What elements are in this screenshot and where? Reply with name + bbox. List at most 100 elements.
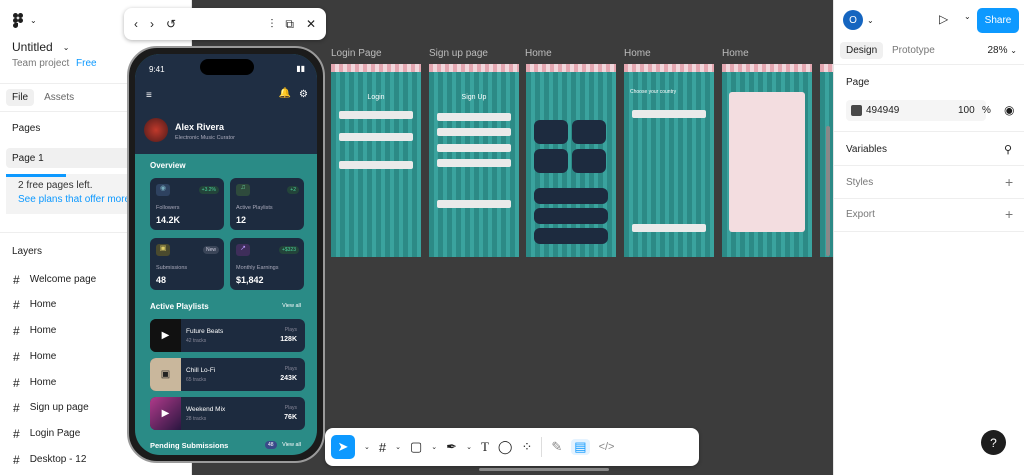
pages-heading: Pages bbox=[12, 123, 41, 134]
opacity-unit: % bbox=[982, 105, 991, 116]
rectangle-tool-icon[interactable]: ▢ bbox=[410, 439, 422, 455]
chevron-down-icon[interactable]: ⌄ bbox=[867, 16, 874, 25]
team-name[interactable]: Team project bbox=[12, 58, 69, 69]
playlist-item[interactable]: ▣ Chill Lo-Fi 65 tracks Plays 243K bbox=[150, 358, 305, 391]
frame-label[interactable]: Home bbox=[722, 48, 749, 59]
share-button[interactable]: Share bbox=[977, 8, 1019, 33]
plan-badge[interactable]: Free bbox=[76, 58, 97, 69]
styles-heading: Styles bbox=[846, 177, 874, 188]
adjust-icon[interactable]: ⫶ bbox=[270, 17, 273, 32]
frame-signup[interactable]: Sign Up bbox=[429, 64, 519, 257]
playlist-name: Future Beats bbox=[186, 328, 224, 335]
bottom-toolbar: ➤ ⌄ # ⌄ ▢ ⌄ ✒ ⌄ T ◯ ⁘ ✎ ▤ </> bbox=[325, 428, 699, 466]
tab-design[interactable]: Design bbox=[840, 42, 884, 59]
actions-icon[interactable]: ⁘ bbox=[521, 439, 532, 455]
stat-value: 14.2K bbox=[156, 215, 181, 225]
music-note-icon: ♫ bbox=[236, 184, 250, 196]
battery-icon: ▮▮ bbox=[296, 64, 305, 73]
stat-value: $1,842 bbox=[236, 275, 264, 285]
chevron-down-icon[interactable]: ⌄ bbox=[466, 443, 472, 451]
opacity-value[interactable]: 100 bbox=[958, 105, 975, 116]
stat-value: 12 bbox=[236, 215, 247, 225]
frame-label[interactable]: Home bbox=[624, 48, 651, 59]
chevron-down-icon[interactable]: ⌄ bbox=[395, 443, 401, 451]
frame-icon: # bbox=[13, 400, 20, 415]
frame-icon: # bbox=[13, 426, 20, 441]
tab-file[interactable]: File bbox=[6, 89, 35, 106]
canvas-vertical-scrollbar[interactable] bbox=[826, 126, 830, 256]
stat-card[interactable]: ◉ +3.2% Followers 14.2K bbox=[150, 178, 224, 230]
stat-card[interactable]: ↗ +$323 Monthly Earnings $1,842 bbox=[230, 238, 304, 290]
frame-label[interactable]: Login Page bbox=[331, 48, 382, 59]
background-fill[interactable]: 494949 100 % bbox=[846, 100, 991, 121]
avatar[interactable]: O bbox=[843, 10, 863, 30]
plays-count: 76K bbox=[284, 414, 297, 421]
color-hex[interactable]: 494949 bbox=[866, 105, 899, 116]
file-title[interactable]: Untitled ⌄ bbox=[12, 40, 69, 54]
playlist-item[interactable]: ▶ Weekend Mix 28 tracks Plays 76K bbox=[150, 397, 305, 430]
chevron-down-icon[interactable]: ⌄ bbox=[364, 443, 370, 451]
frame-home-2[interactable]: Choose your country bbox=[624, 64, 714, 257]
stat-delta: +2 bbox=[287, 186, 299, 194]
frame-home-1[interactable] bbox=[526, 64, 616, 257]
back-icon[interactable]: ‹ bbox=[134, 17, 138, 31]
frame-label[interactable]: Sign up page bbox=[429, 48, 488, 59]
chevron-down-icon[interactable]: ⌄ bbox=[431, 443, 437, 451]
move-tool-icon[interactable]: ➤ bbox=[331, 435, 355, 459]
frame-tool-icon[interactable]: # bbox=[379, 440, 386, 455]
design-mode-icon[interactable]: ▤ bbox=[571, 439, 590, 455]
dev-mode-icon[interactable]: </> bbox=[599, 441, 615, 453]
plays-label: Plays bbox=[284, 327, 297, 333]
text-tool-icon[interactable]: T bbox=[481, 439, 489, 455]
phone-frame[interactable]: 9:41 ▮▮ ≡ 🔔 ⚙ Alex Rivera Electronic Mus… bbox=[127, 46, 325, 463]
frame-icon: # bbox=[13, 297, 20, 312]
stat-value: 48 bbox=[156, 275, 167, 285]
variables-heading: Variables bbox=[846, 144, 887, 155]
frame-login[interactable]: Login bbox=[331, 64, 421, 257]
frame-label[interactable]: Home bbox=[525, 48, 552, 59]
chevron-down-icon[interactable]: ⌄ bbox=[964, 12, 971, 21]
bell-icon[interactable]: 🔔 bbox=[279, 88, 291, 99]
playlist-item[interactable]: ▶ Future Beats 42 tracks Plays 128K bbox=[150, 319, 305, 352]
play-icon[interactable]: ▶ bbox=[150, 319, 181, 352]
pending-heading: Pending Submissions bbox=[150, 441, 229, 450]
frame-icon: # bbox=[13, 349, 20, 364]
add-export-icon[interactable]: + bbox=[1005, 206, 1013, 222]
playlist-tracks: 42 tracks bbox=[186, 338, 207, 344]
canvas-scrollbar[interactable] bbox=[479, 468, 609, 471]
playlists-heading: Active Playlists bbox=[150, 302, 209, 311]
tab-prototype[interactable]: Prototype bbox=[892, 45, 935, 56]
stat-card[interactable]: ▣ New Submissions 48 bbox=[150, 238, 224, 290]
frame-home-3[interactable] bbox=[722, 64, 812, 257]
playlist-name: Weekend Mix bbox=[186, 406, 226, 413]
pending-view-all-link[interactable]: View all bbox=[282, 442, 301, 448]
add-style-icon[interactable]: + bbox=[1005, 174, 1013, 190]
comment-tool-icon[interactable]: ◯ bbox=[498, 439, 513, 455]
user-role: Electronic Music Curator bbox=[175, 135, 235, 141]
color-swatch[interactable] bbox=[851, 105, 862, 116]
zoom-level[interactable]: 28% ⌄ bbox=[988, 45, 1018, 56]
view-all-link[interactable]: View all bbox=[282, 303, 301, 309]
stat-label: Submissions bbox=[156, 265, 188, 271]
playlist-cover-image: ▣ bbox=[150, 358, 181, 391]
present-icon[interactable]: ▷ bbox=[939, 12, 948, 26]
page-label: Page 1 bbox=[12, 153, 44, 164]
variables-settings-icon[interactable]: ⚲ bbox=[1004, 143, 1012, 156]
draw-mode-icon[interactable]: ✎ bbox=[551, 439, 562, 455]
close-icon[interactable]: ✕ bbox=[306, 17, 316, 31]
export-heading: Export bbox=[846, 209, 875, 220]
stat-label: Active Playlists bbox=[236, 205, 273, 211]
zoom-value: 28% bbox=[987, 45, 1008, 56]
open-external-icon[interactable]: ⧉ bbox=[285, 17, 294, 32]
main-menu[interactable]: ⌄ bbox=[12, 12, 37, 28]
undo-icon[interactable]: ↺ bbox=[166, 17, 176, 31]
forward-icon[interactable]: › bbox=[150, 17, 154, 31]
stat-label: Monthly Earnings bbox=[236, 265, 279, 271]
settings-icon[interactable]: ⚙ bbox=[299, 89, 308, 100]
help-button[interactable]: ? bbox=[981, 430, 1006, 455]
menu-icon[interactable]: ≡ bbox=[146, 90, 152, 101]
tab-assets[interactable]: Assets bbox=[38, 89, 80, 106]
eye-icon[interactable]: ◉ bbox=[1004, 103, 1014, 117]
stat-card[interactable]: ♫ +2 Active Playlists 12 bbox=[230, 178, 304, 230]
pen-tool-icon[interactable]: ✒ bbox=[446, 439, 457, 455]
